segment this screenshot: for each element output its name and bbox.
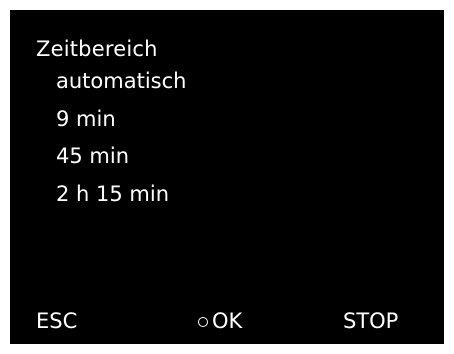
softkey-bar: ESC OK STOP <box>10 298 444 344</box>
option-automatisch[interactable]: automatisch <box>56 68 186 94</box>
stop-softkey[interactable]: STOP <box>343 308 398 334</box>
ok-softkey[interactable]: OK <box>198 308 242 334</box>
circle-icon <box>198 317 208 327</box>
ok-label: OK <box>212 309 243 333</box>
option-45-min[interactable]: 45 min <box>56 143 129 169</box>
option-2h15-min[interactable]: 2 h 15 min <box>56 181 169 207</box>
device-screen: Zeitbereich automatisch 9 min 45 min 2 h… <box>10 10 444 344</box>
esc-softkey[interactable]: ESC <box>36 308 77 334</box>
screen-title: Zeitbereich <box>36 37 158 61</box>
option-9-min[interactable]: 9 min <box>56 106 116 132</box>
